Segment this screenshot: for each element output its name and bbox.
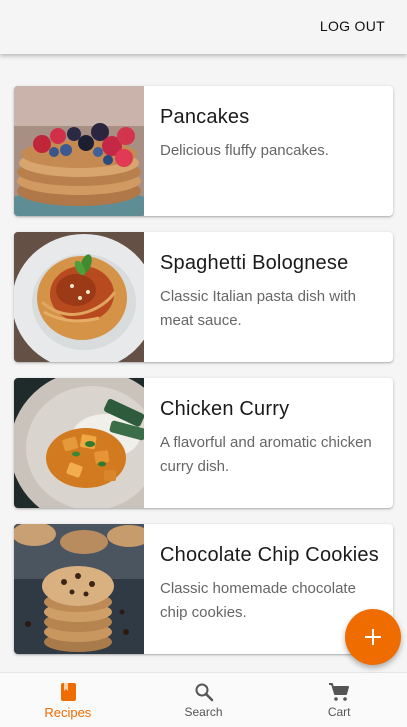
- nav-label: Cart: [327, 705, 351, 719]
- app-bar: LOG OUT: [0, 0, 407, 54]
- nav-label: Recipes: [44, 705, 92, 720]
- recipe-card[interactable]: Chicken Curry A flavorful and aromatic c…: [14, 378, 393, 508]
- pancakes-photo: [14, 86, 144, 216]
- book-icon: [60, 683, 76, 701]
- nav-item-search[interactable]: Search: [136, 673, 272, 727]
- cart-icon: [329, 683, 350, 701]
- recipe-title: Pancakes: [160, 106, 250, 128]
- curry-photo: [14, 378, 144, 508]
- recipe-card[interactable]: Spaghetti Bolognese Classic Italian past…: [14, 232, 393, 362]
- recipe-description: Classic Italian pasta dish with meat sau…: [160, 288, 356, 329]
- nav-item-recipes[interactable]: Recipes: [0, 673, 136, 727]
- add-recipe-button[interactable]: [345, 609, 401, 665]
- recipe-description: A flavorful and aromatic chicken curry d…: [160, 434, 372, 475]
- nav-label: Search: [184, 705, 223, 719]
- recipe-title: Spaghetti Bolognese: [160, 252, 349, 274]
- recipe-description: Delicious fluffy pancakes.: [160, 142, 329, 159]
- recipe-description: Classic homemade chocolate chip cookies.: [160, 580, 356, 621]
- search-icon: [195, 683, 213, 702]
- recipe-title: Chicken Curry: [160, 398, 290, 420]
- spaghetti-photo: [14, 232, 144, 362]
- plus-icon: [365, 629, 381, 645]
- cookies-photo: [14, 524, 144, 654]
- recipe-title: Chocolate Chip Cookies: [160, 544, 379, 566]
- recipe-card[interactable]: Pancakes Delicious fluffy pancakes.: [14, 86, 393, 216]
- logout-button[interactable]: LOG OUT: [320, 18, 385, 34]
- nav-item-cart[interactable]: Cart: [271, 673, 407, 727]
- bottom-navigation: Recipes Search Cart: [0, 672, 407, 727]
- recipe-card[interactable]: Chocolate Chip Cookies Classic homemade …: [14, 524, 393, 654]
